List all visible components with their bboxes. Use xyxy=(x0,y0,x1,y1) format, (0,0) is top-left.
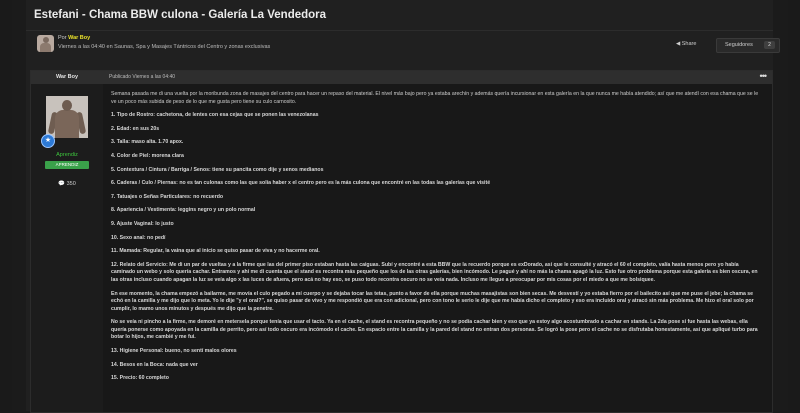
follow-count: 2 xyxy=(764,41,775,49)
page-title: Estefani - Chama BBW culona - Galería La… xyxy=(34,9,327,21)
post-item: 15. Precio: 60 completo xyxy=(111,375,169,382)
post-item: 1. Tipo de Rostro: cachetona, de lentes … xyxy=(111,112,319,119)
group-badge: APRENDIZ xyxy=(45,161,89,169)
post-item: 10. Sexo anal: no pedí xyxy=(111,234,166,241)
post-item: 7. Tatuajes o Señas Particulares: no rec… xyxy=(111,193,224,200)
right-gutter xyxy=(788,0,800,411)
post-paragraph: En ese momento, la chama empezó a bailar… xyxy=(111,290,754,312)
user-avatar[interactable] xyxy=(46,96,88,138)
more-options-icon[interactable]: ••• xyxy=(760,71,768,81)
post-content: Semana pasada me di una vuelta por la mo… xyxy=(111,91,761,389)
post-count: 💬 350 xyxy=(31,181,103,187)
post-date: Publicado Viernes a las 04:40 xyxy=(109,74,176,80)
avatar-head xyxy=(62,100,72,111)
post-item: 3. Talla: maso alta. 1.70 apox. xyxy=(111,139,184,146)
post-item: 5. Contextura / Cintura / Barriga / Seno… xyxy=(111,166,324,173)
post-count-value: 350 xyxy=(66,181,76,187)
author-link[interactable]: War Boy xyxy=(68,35,90,41)
post-item: 9. Ajuste Vaginal: lo justo xyxy=(111,220,174,227)
thread-meta: Por War Boy Viernes a las 04:40 en Sauna… xyxy=(34,34,780,60)
share-button[interactable]: ◀︎ Share xyxy=(676,41,696,47)
post-header: War Boy Publicado Viernes a las 04:40 ••… xyxy=(31,71,772,84)
comment-icon: 💬 xyxy=(58,181,66,187)
page: Estefani - Chama BBW culona - Galería La… xyxy=(26,0,780,413)
share-label: Share xyxy=(681,41,697,47)
star-icon: ★ xyxy=(44,137,52,144)
left-gutter xyxy=(0,0,12,411)
follow-label: Seguidores xyxy=(725,42,753,48)
avatar-body xyxy=(55,110,79,138)
post-item: 4. Color de Piel: morena clara xyxy=(111,152,184,159)
author-avatar[interactable] xyxy=(37,35,54,52)
post-author[interactable]: War Boy xyxy=(31,74,103,80)
byline-prefix: Por xyxy=(58,35,67,41)
post-item: 6. Caderas / Culo / Piernas: no es tan c… xyxy=(111,180,491,187)
rank-badge-icon: ★ xyxy=(41,134,55,148)
follow-button[interactable]: Seguidores 2 xyxy=(716,38,780,53)
post-item: 8. Apariencia / Vestimenta: leggins negr… xyxy=(111,207,256,214)
post-paragraph: No se veía ni pincho a la firme, me demo… xyxy=(111,319,758,341)
post-item: 13. Higiene Personal: bueno, no sentí ma… xyxy=(111,348,237,355)
post-item: 11. Mamada: Regular, la vaina que al ini… xyxy=(111,248,320,255)
avatar-torso xyxy=(40,43,51,52)
post-relato: 12. Relato del Servicio: Me di un par de… xyxy=(111,261,758,283)
rank-name: Aprendiz xyxy=(56,152,78,158)
title-bar: Estefani - Chama BBW culona - Galería La… xyxy=(26,0,773,31)
post-intro: Semana pasada me di una vuelta por la mo… xyxy=(111,91,759,105)
author-panel: ★ Aprendiz APRENDIZ 💬 350 xyxy=(31,84,103,412)
post: War Boy Publicado Viernes a las 04:40 ••… xyxy=(30,70,773,413)
meta-byline: Por War Boy xyxy=(58,35,90,41)
post-item: 2. Edad: en sus 20s xyxy=(111,125,160,132)
meta-subtitle[interactable]: Viernes a las 04:40 en Saunas, Spa y Mas… xyxy=(58,44,270,50)
post-item: 14. Besos en la Boca: nada que ver xyxy=(111,361,198,368)
